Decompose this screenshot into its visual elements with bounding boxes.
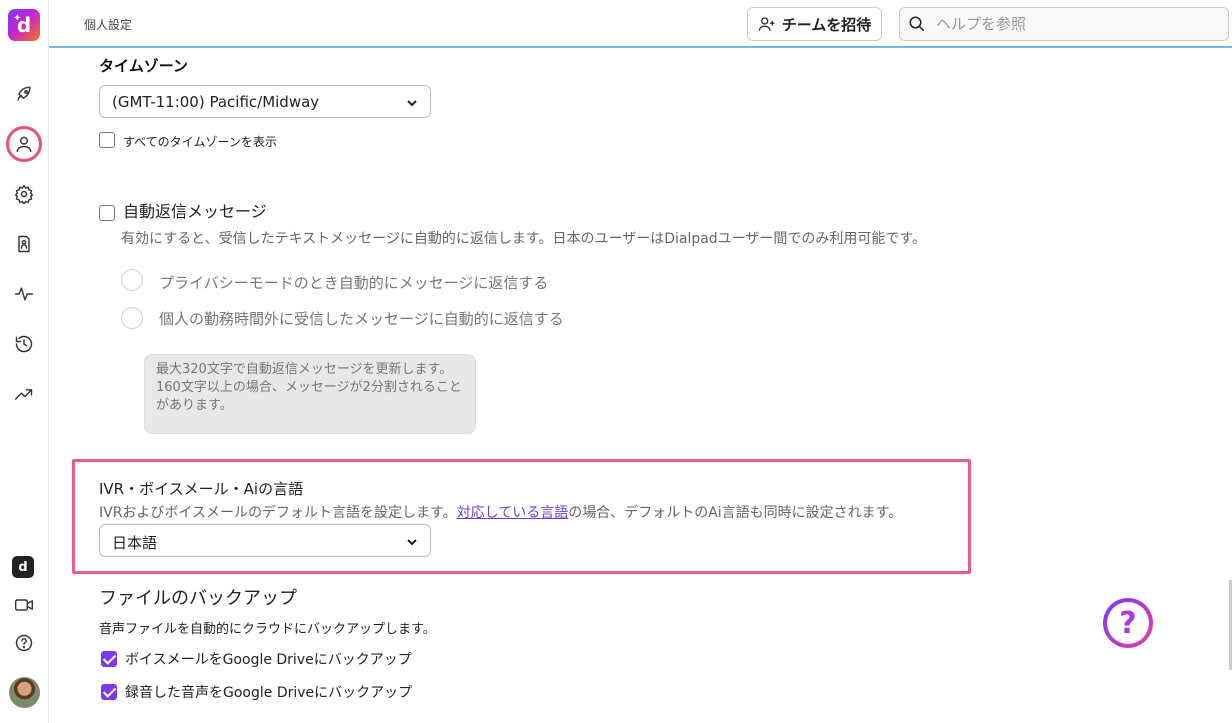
auto-reply-title: 自動返信メッセージ bbox=[123, 202, 267, 221]
timezone-value: (GMT-11:00) Pacific/Midway bbox=[112, 93, 320, 111]
language-title: IVR・ボイスメール・Aiの言語 bbox=[99, 480, 304, 498]
ai-badge-icon[interactable]: d bbox=[12, 556, 34, 578]
add-user-icon bbox=[758, 17, 775, 31]
language-description: IVRおよびボイスメールのデフォルト言語を設定します。対応している言語の場合、デ… bbox=[99, 502, 902, 522]
top-bar: 個人設定 チームを招待 bbox=[49, 0, 1232, 48]
language-desc-after: の場合、デフォルトのAi言語も同時に設定されます。 bbox=[568, 505, 903, 521]
backup-recording-checkbox[interactable] bbox=[101, 684, 117, 700]
supported-languages-link[interactable]: 対応している言語 bbox=[457, 505, 569, 521]
chevron-down-icon bbox=[406, 95, 418, 107]
activity-icon[interactable] bbox=[9, 279, 39, 309]
auto-reply-privacy-radio[interactable] bbox=[121, 269, 143, 291]
video-icon[interactable] bbox=[9, 590, 39, 620]
trending-icon[interactable] bbox=[9, 379, 39, 409]
language-desc-before: IVRおよびボイスメールのデフォルト言語を設定します。 bbox=[99, 505, 457, 521]
app-root: ✦ d d 個人設定 チームを招待 ヘルプを参照 タイムゾーン (GMT-11:… bbox=[0, 0, 1232, 723]
help-fab-button[interactable]: ? bbox=[1103, 598, 1153, 648]
timezone-select[interactable]: (GMT-11:00) Pacific/Midway bbox=[99, 85, 431, 118]
chevron-down-icon bbox=[406, 534, 418, 546]
breadcrumb: 個人設定 bbox=[84, 18, 133, 32]
backup-voicemail-checkbox[interactable] bbox=[101, 651, 117, 667]
rocket-icon[interactable] bbox=[9, 79, 39, 109]
backup-voicemail-label: ボイスメールをGoogle Driveにバックアップ bbox=[125, 652, 412, 668]
gear-icon[interactable] bbox=[9, 179, 39, 209]
language-select[interactable]: 日本語 bbox=[99, 524, 431, 557]
backup-title: ファイルのバックアップ bbox=[99, 588, 297, 609]
settings-content: タイムゾーン (GMT-11:00) Pacific/Midway すべてのタイ… bbox=[49, 50, 1232, 723]
auto-reply-privacy-label: プライバシーモードのとき自動的にメッセージに返信する bbox=[159, 274, 549, 292]
invite-team-label: チームを招待 bbox=[781, 16, 872, 34]
timezone-heading: タイムゾーン bbox=[99, 57, 188, 75]
help-icon[interactable] bbox=[9, 628, 39, 658]
help-search[interactable] bbox=[899, 7, 1229, 41]
sidebar: ✦ d d bbox=[0, 0, 49, 723]
history-icon[interactable] bbox=[9, 329, 39, 359]
question-icon: ? bbox=[1107, 602, 1149, 644]
show-all-timezones-checkbox[interactable] bbox=[99, 132, 115, 148]
backup-description: 音声ファイルを自動的にクラウドにバックアップします。 bbox=[99, 622, 436, 637]
invite-team-button[interactable]: チームを招待 bbox=[747, 7, 882, 41]
contacts-icon[interactable] bbox=[9, 229, 39, 259]
user-avatar[interactable] bbox=[9, 677, 40, 708]
auto-reply-offhours-radio[interactable] bbox=[121, 307, 143, 329]
show-all-timezones-label: すべてのタイムゾーンを表示 bbox=[123, 135, 277, 149]
language-value: 日本語 bbox=[112, 534, 158, 552]
search-icon bbox=[909, 16, 925, 32]
backup-recording-label: 録音した音声をGoogle Driveにバックアップ bbox=[125, 685, 413, 701]
person-icon[interactable] bbox=[6, 126, 42, 162]
app-logo[interactable]: ✦ d bbox=[8, 9, 40, 41]
auto-reply-description: 有効にすると、受信したテキストメッセージに自動的に返信します。日本のユーザーはD… bbox=[121, 231, 927, 247]
auto-reply-checkbox[interactable] bbox=[99, 205, 115, 221]
auto-reply-message-field[interactable] bbox=[144, 354, 476, 434]
sparkle-icon: ✦ bbox=[13, 13, 22, 24]
auto-reply-offhours-label: 個人の勤務時間外に受信したメッセージに自動的に返信する bbox=[159, 310, 564, 328]
help-search-input[interactable] bbox=[936, 15, 1216, 33]
